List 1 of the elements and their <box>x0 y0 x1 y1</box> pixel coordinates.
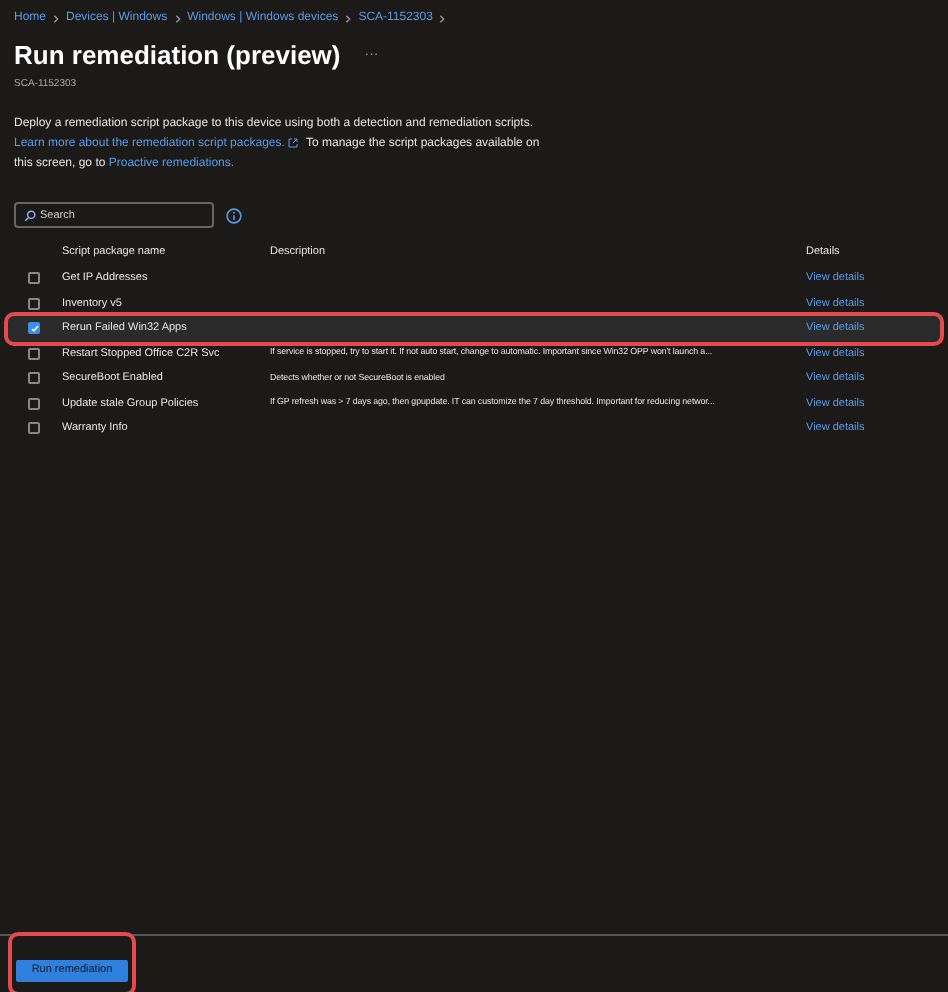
page-title: Run remediation (preview) <box>14 38 341 74</box>
